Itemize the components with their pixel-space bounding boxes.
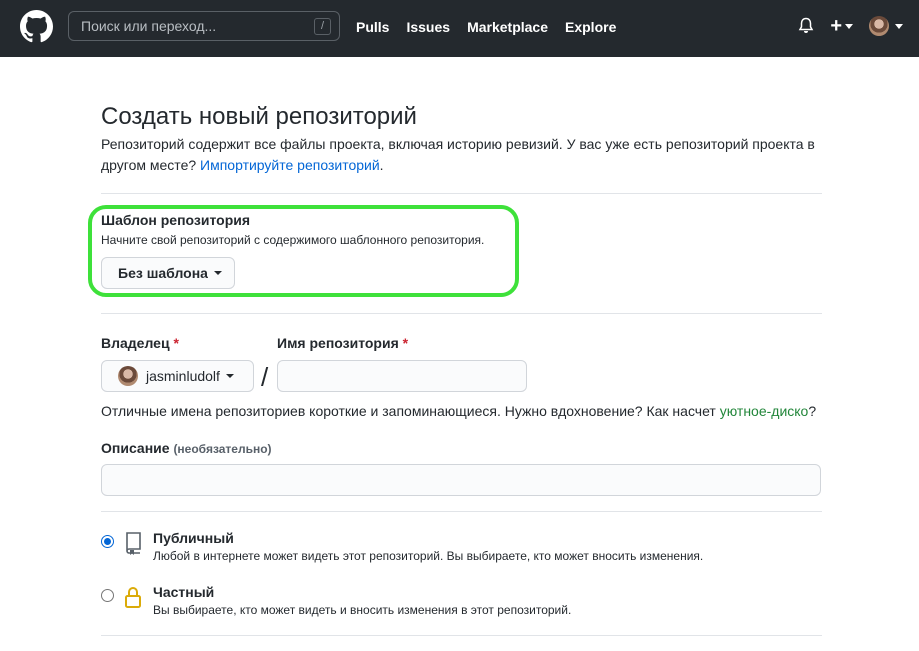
chevron-down-icon	[845, 23, 853, 29]
page-intro: Репозиторий содержит все файлы проекта, …	[101, 134, 821, 176]
divider	[101, 313, 822, 314]
nav-marketplace[interactable]: Marketplace	[467, 19, 548, 35]
import-repository-link[interactable]: Импортируйте репозиторий	[200, 157, 380, 173]
visibility-private-description: Вы выбираете, кто может видеть и вносить…	[153, 603, 572, 617]
visibility-public-description: Любой в интернете может видеть этот репо…	[153, 549, 704, 563]
repo-name-input[interactable]	[277, 360, 527, 392]
search-shortcut-key: /	[314, 18, 331, 35]
template-select-button[interactable]: Без шаблона	[101, 257, 235, 289]
github-logo-icon[interactable]	[20, 10, 53, 43]
page-title: Создать новый репозиторий	[101, 103, 417, 130]
divider	[101, 635, 822, 636]
nav-pulls[interactable]: Pulls	[356, 19, 389, 35]
top-header: Поиск или переход... / Pulls Issues Mark…	[0, 0, 919, 57]
chevron-down-icon	[895, 23, 903, 29]
visibility-private-radio[interactable]	[101, 589, 114, 602]
owner-value: jasminludolf	[146, 368, 220, 384]
create-new-dropdown[interactable]: +	[830, 15, 853, 37]
owner-repo-separator: /	[261, 362, 269, 392]
avatar	[869, 16, 889, 36]
header-actions: +	[798, 16, 903, 36]
avatar	[118, 366, 138, 386]
chevron-down-icon	[213, 271, 222, 275]
search-placeholder: Поиск или переход...	[81, 18, 217, 34]
nav-issues[interactable]: Issues	[406, 19, 450, 35]
owner-label: Владелец *	[101, 335, 179, 351]
visibility-public-title: Публичный	[153, 530, 234, 546]
main-nav: Pulls Issues Marketplace Explore	[356, 19, 616, 35]
template-title: Шаблон репозитория	[101, 212, 251, 228]
template-select-label: Без шаблона	[118, 265, 208, 281]
chevron-down-icon	[225, 374, 234, 378]
nav-explore[interactable]: Explore	[565, 19, 616, 35]
divider	[101, 193, 822, 194]
intro-end: .	[379, 157, 384, 173]
bell-icon[interactable]	[798, 17, 814, 35]
name-suggestion-link[interactable]: уютное-диско	[720, 403, 809, 419]
description-input[interactable]	[101, 464, 821, 496]
lock-icon	[125, 587, 141, 608]
repo-icon	[126, 532, 141, 555]
owner-select-button[interactable]: jasminludolf	[101, 360, 254, 392]
optional-note: (необязательно)	[173, 442, 272, 456]
repo-name-label: Имя репозитория *	[277, 335, 409, 351]
visibility-public-radio[interactable]	[101, 535, 114, 548]
plus-icon: +	[830, 15, 842, 37]
description-label: Описание (необязательно)	[101, 440, 272, 456]
template-description: Начните свой репозиторий с содержимого ш…	[101, 233, 485, 247]
repo-name-hint: Отличные имена репозиториев короткие и з…	[101, 403, 817, 419]
search-input[interactable]: Поиск или переход... /	[68, 11, 340, 41]
user-menu-dropdown[interactable]	[869, 16, 903, 36]
divider	[101, 511, 822, 512]
visibility-private-title: Частный	[153, 584, 215, 600]
